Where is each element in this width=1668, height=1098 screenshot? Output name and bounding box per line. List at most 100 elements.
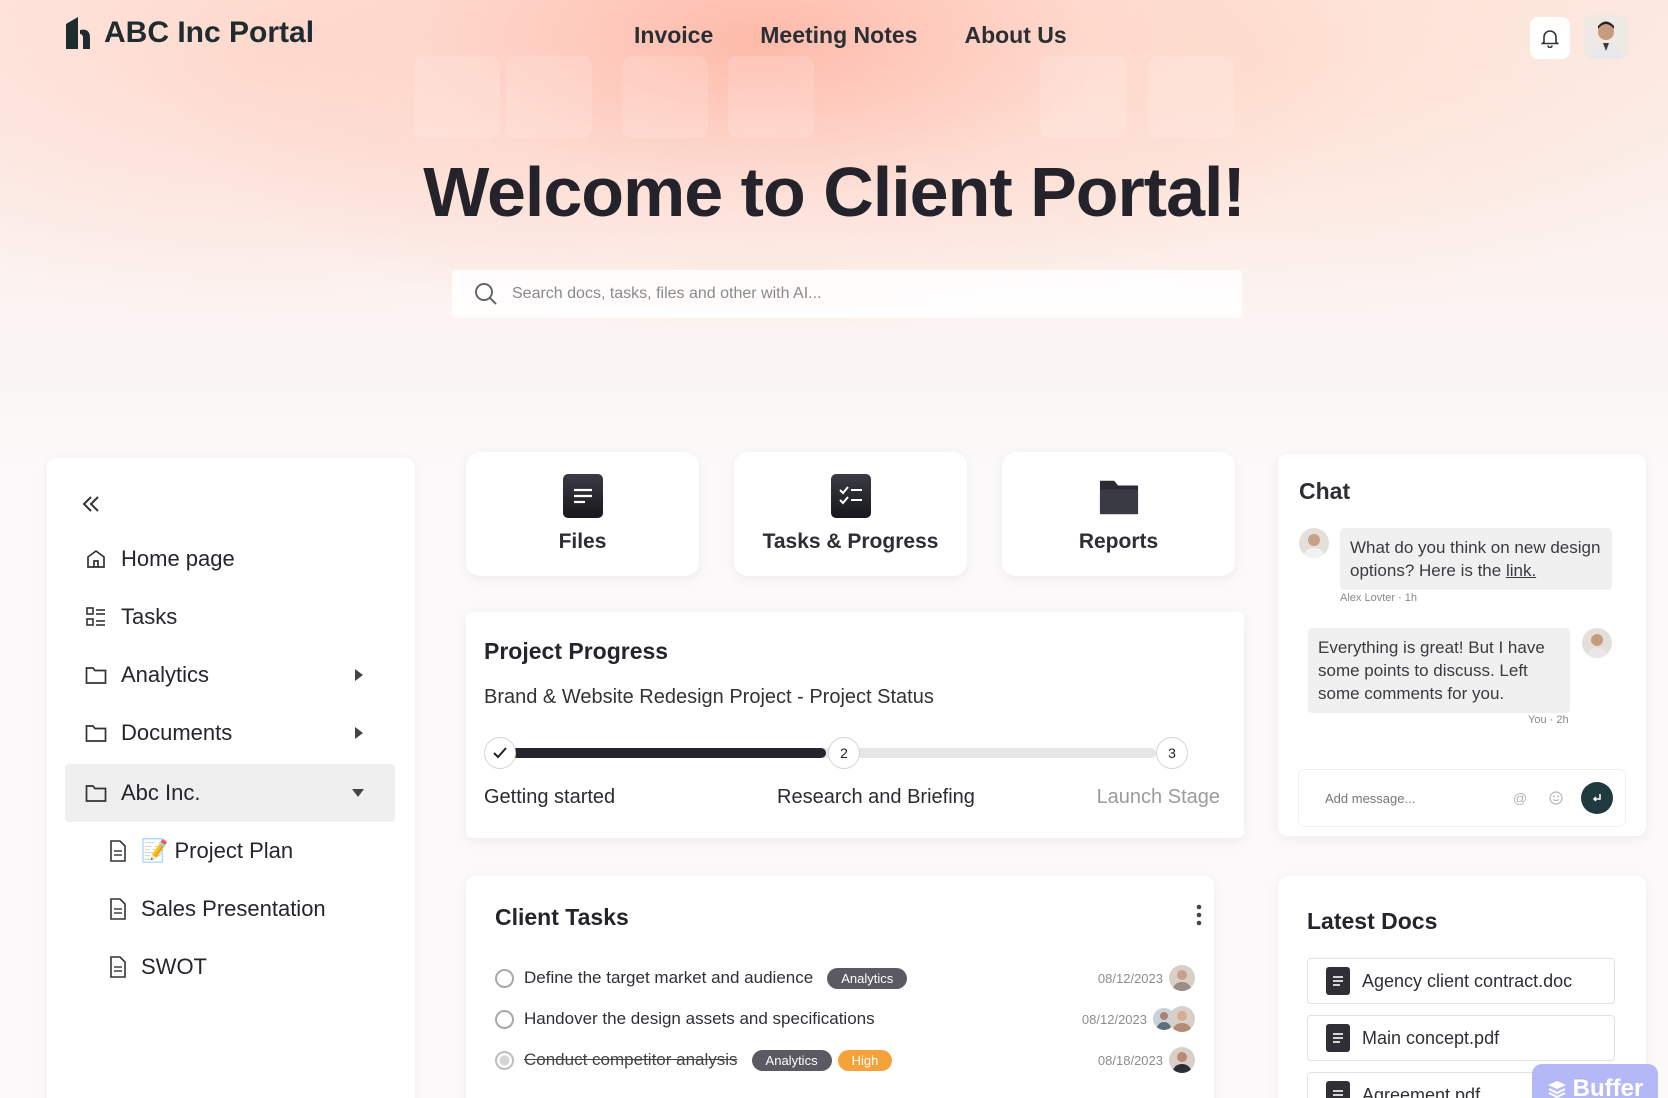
doc-item[interactable]: Main concept.pdf [1307,1015,1615,1061]
buffer-label: Buffer [1572,1075,1644,1098]
doc-name: Main concept.pdf [1362,1027,1500,1048]
sidebar-subitem-project-plan[interactable]: 📝 Project Plan [65,822,395,880]
chat-panel: Chat What do you think on new design opt… [1278,454,1646,836]
doc-name: Agency client contract.doc [1362,970,1573,991]
notifications-button[interactable] [1530,17,1570,59]
task-checkbox[interactable] [495,1009,514,1029]
home-icon [87,549,105,568]
doc-item[interactable]: Agency client contract.doc [1307,958,1615,1004]
task-row[interactable]: Conduct competitor analysis Analytics Hi… [495,1044,1195,1076]
message-text: What do you think on new design options?… [1350,538,1601,580]
doc-name: Agreement.pdf [1362,1084,1481,1098]
emoji-icon[interactable] [1549,791,1563,805]
checklist-icon [830,474,871,518]
more-options-button[interactable] [1196,904,1202,931]
client-tasks-title: Client Tasks [495,904,629,930]
search-icon [475,283,497,305]
brand-logo[interactable]: ABC Inc Portal [64,16,314,50]
logo-icon [66,17,90,49]
reports-card-label: Reports [1078,530,1159,553]
sidebar-subitem-sales-presentation[interactable]: Sales Presentation [65,880,395,938]
sidebar-item-documents[interactable]: Documents [65,704,395,762]
sidebar-item-label: Analytics [121,662,210,687]
decor-tile [414,56,500,138]
task-tag: Analytics [751,1049,832,1071]
assignee-avatar [1169,965,1195,991]
message-meta: Alex Lovter · 1h [1340,592,1418,604]
decor-tile [1040,56,1126,138]
check-icon [493,747,507,759]
page-title: Welcome to Client Portal! [423,153,1246,231]
assignee-avatar [1169,1047,1195,1073]
latest-docs-title: Latest Docs [1307,908,1438,934]
brand-name: ABC Inc Portal [104,16,315,49]
client-tasks-card: Client Tasks Define the target market an… [466,876,1214,1098]
decor-tile [728,56,814,138]
step-1-done[interactable] [484,737,516,769]
task-row[interactable]: Handover the design assets and specifica… [495,1003,1195,1035]
task-name: Define the target market and audience [524,968,814,987]
step-label: Research and Briefing [777,786,975,808]
my-avatar [1582,628,1612,658]
project-progress-card: Project Progress Brand & Website Redesig… [466,612,1244,838]
sidebar-item-label: Abc Inc. [121,780,201,805]
step-3[interactable]: 3 [1156,737,1188,769]
sidebar-item-tasks[interactable]: Tasks [65,588,395,646]
collapse-sidebar-button[interactable] [81,494,101,519]
decor-tile [622,56,708,138]
message-meta: You · 2h [1528,714,1569,726]
folder-icon [85,667,107,684]
tasks-progress-card[interactable]: Tasks & Progress [734,452,967,576]
tasks-icon [86,607,105,626]
sidebar-item-abc-inc[interactable]: Abc Inc. [65,764,395,822]
step-label: Launch Stage [1096,786,1220,808]
user-avatar[interactable] [1584,15,1628,59]
sidebar-subitem-label: SWOT [141,954,207,979]
sidebar-item-label: Tasks [121,604,178,629]
nav-about-us[interactable]: About Us [964,22,1066,49]
sidebar-item-label: Home page [121,546,235,571]
sidebar-subitem-label: Sales Presentation [141,896,326,921]
sidebar-item-analytics[interactable]: Analytics [65,646,395,704]
reports-card[interactable]: Reports [1002,452,1235,576]
decor-tile [1148,56,1234,138]
task-checkbox[interactable] [495,968,514,988]
layers-icon [1547,1081,1566,1098]
mention-icon[interactable]: @ [1513,790,1527,806]
sidebar-item-home[interactable]: Home page [65,530,395,588]
sender-avatar [1299,528,1329,558]
tasks-progress-card-label: Tasks & Progress [762,530,939,553]
chat-message-sent: Everything is great! But I have some poi… [1308,628,1570,713]
task-name: Handover the design assets and specifica… [524,1009,875,1028]
document-icon [1326,1081,1350,1098]
message-input[interactable] [1325,790,1505,806]
sidebar: Home page Tasks Analytics Documents Abc … [47,458,415,1098]
decor-tile [506,56,592,138]
document-icon [110,956,126,978]
files-card-label: Files [558,530,607,553]
task-row[interactable]: Define the target market and audience An… [495,962,1195,994]
file-icon [562,474,603,518]
task-date: 08/12/2023 [1097,970,1163,986]
files-card[interactable]: Files [466,452,699,576]
search-bar[interactable] [452,270,1242,318]
send-button[interactable] [1581,782,1613,814]
task-name: Conduct competitor analysis [524,1050,738,1069]
project-status-subtitle: Brand & Website Redesign Project - Proje… [484,686,934,708]
task-checkbox-checked[interactable] [495,1050,514,1070]
nav-invoice[interactable]: Invoice [634,22,713,49]
nav-meeting-notes[interactable]: Meeting Notes [760,22,917,49]
buffer-badge[interactable]: Buffer [1532,1064,1658,1098]
document-icon [110,840,126,862]
sidebar-subitem-swot[interactable]: SWOT [65,938,395,996]
message-link[interactable]: link. [1506,561,1536,580]
sidebar-subitem-label: 📝 Project Plan [141,838,294,863]
document-icon [1326,1024,1350,1052]
step-2[interactable]: 2 [828,737,860,769]
kebab-menu-icon [1196,904,1202,926]
folder-icon [85,725,107,742]
hero-background [0,0,1668,470]
sidebar-item-label: Documents [121,720,233,745]
search-input[interactable] [512,285,1162,303]
folder-icon [1099,474,1139,518]
